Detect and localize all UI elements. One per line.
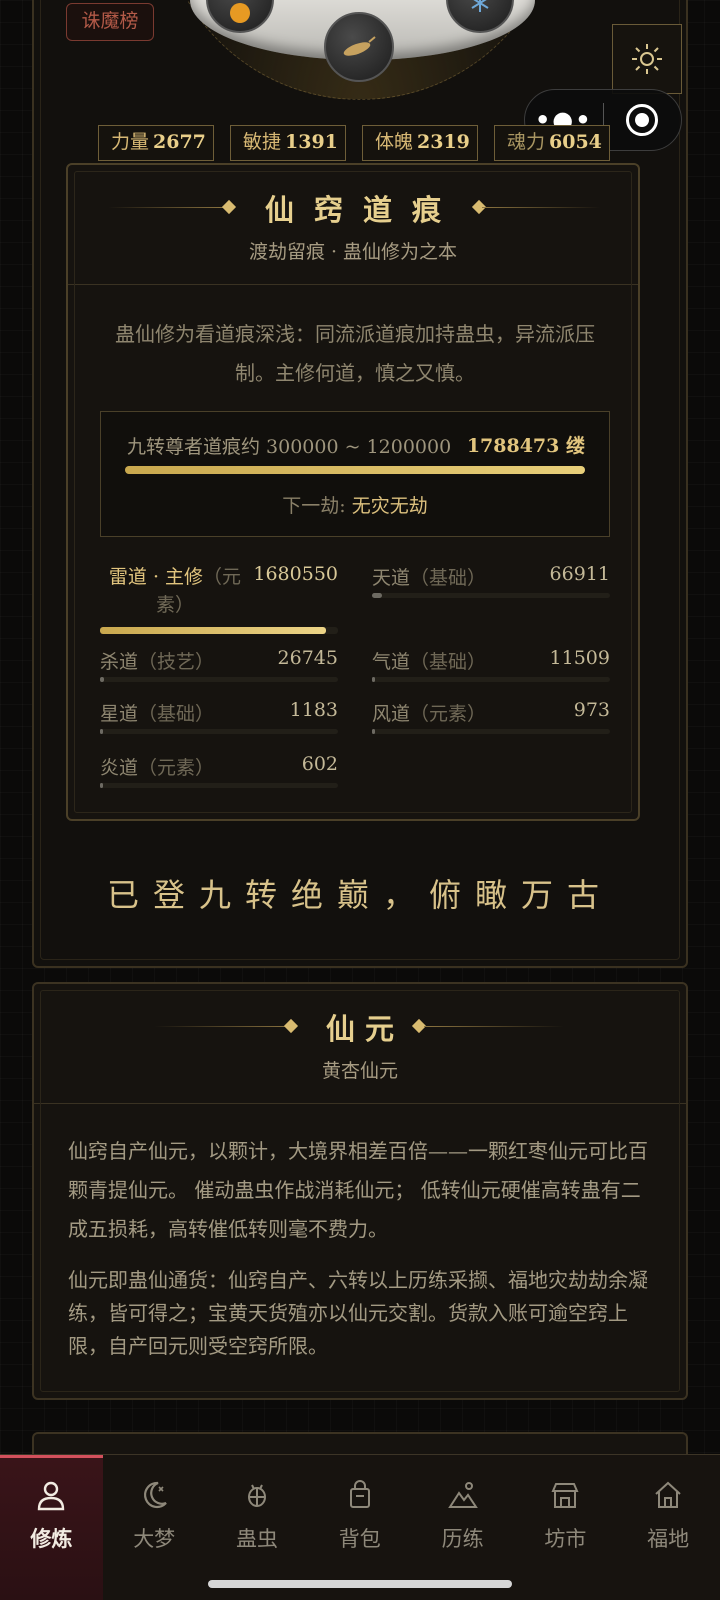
tab-label: 背包 <box>338 1527 381 1551</box>
immortal-essence-panel: 仙元 黄杏仙元 仙窍自产仙元，以颗计，大境界相差百倍——一颗红枣仙元可比百颗青提… <box>32 982 688 1400</box>
dao-progress-bar <box>100 729 338 734</box>
dao-value: 1680550 <box>253 563 338 585</box>
close-miniprogram-button[interactable] <box>604 104 682 136</box>
target-icon <box>626 104 659 136</box>
tab-6[interactable]: 福地 <box>617 1455 720 1600</box>
realm-progress-bar <box>125 466 585 474</box>
dao-name: 杀道（技艺） <box>100 651 215 673</box>
dao-progress-bar <box>100 677 338 682</box>
stat-strength: 力量 2677 <box>98 125 214 161</box>
essence-paragraph-2: 仙元即蛊仙通货：仙窍自产、六转以上历练采撷、福地灾劫劫余凝练，皆可得之；宝黄天货… <box>68 1268 648 1358</box>
tab-0[interactable]: 修炼 <box>0 1455 103 1600</box>
section-description: 蛊仙修为看道痕深浅：同流派道痕加持蛊虫，异流派压制。主修何道，慎之又慎。 <box>115 322 595 385</box>
dao-name: 炎道（元素） <box>100 757 215 779</box>
summit-banner: 已登九转绝巅，俯瞰万古 <box>106 876 613 914</box>
section-title: 仙窍道痕 <box>264 193 461 227</box>
dao-name: 气道（基础） <box>372 651 487 673</box>
home-indicator[interactable] <box>208 1580 512 1588</box>
tab-label: 蛊虫 <box>235 1527 278 1551</box>
dao-name: 风道（元素） <box>372 703 487 725</box>
tab-label: 修炼 <box>30 1526 73 1551</box>
stat-physique: 体魄 2319 <box>362 125 478 161</box>
dao-value: 66911 <box>549 563 610 585</box>
dao-category: （基础） <box>410 651 487 673</box>
tab-4[interactable]: 历练 <box>411 1455 514 1600</box>
tab-label: 大梦 <box>133 1527 176 1551</box>
tab-label: 坊市 <box>544 1527 587 1551</box>
stat-soul: 魂力 6054 <box>494 125 610 161</box>
dao-marks-card: 仙窍道痕 渡劫留痕 · 蛊仙修为之本 蛊仙修为看道痕深浅：同流派道痕加持蛊虫，异… <box>66 163 640 821</box>
dao-progress-bar <box>372 729 610 734</box>
tab-5[interactable]: 坊市 <box>514 1455 617 1600</box>
dao-progress-bar <box>100 783 338 788</box>
dao-progress-bar <box>100 627 338 634</box>
bag-icon <box>308 1479 411 1513</box>
dao-value: 11509 <box>549 647 610 669</box>
divider-ornament-right <box>482 207 600 208</box>
dao-category: （元素） <box>138 757 215 779</box>
bug-icon <box>206 1479 309 1513</box>
dao-name: 雷道 · 主修（元素） <box>108 566 242 616</box>
card-header: 仙窍道痕 渡劫留痕 · 蛊仙修为之本 <box>68 165 638 285</box>
dao-category: （技艺） <box>138 651 215 673</box>
section-subtitle: 渡劫留痕 · 蛊仙修为之本 <box>248 241 458 263</box>
sun-gear-icon <box>632 44 662 74</box>
dao-name: 星道（基础） <box>100 703 215 725</box>
bottom-tab-bar: 修炼 大梦 蛊虫 背包 历练 坊市 福地 <box>0 1454 720 1600</box>
home-icon <box>617 1479 720 1513</box>
dao-progress-bar <box>372 677 610 682</box>
dao-category: （基础） <box>410 567 487 589</box>
dao-value: 973 <box>573 699 610 721</box>
dao-value: 1183 <box>289 699 338 721</box>
realm-range-label: 九转尊者道痕约 300000 ~ 1200000 <box>127 436 452 458</box>
leaderboard-tag[interactable]: 诛魔榜 <box>66 3 154 41</box>
dao-category: （元素） <box>410 703 487 725</box>
tab-2[interactable]: 蛊虫 <box>206 1455 309 1600</box>
settings-button[interactable] <box>612 24 682 94</box>
dao-value: 602 <box>301 753 338 775</box>
tab-1[interactable]: 大梦 <box>103 1455 206 1600</box>
next-tribulation: 下一劫: 无灾无劫 <box>282 495 428 517</box>
dao-progress-bar <box>372 593 610 598</box>
moon-icon <box>103 1479 206 1513</box>
essence-paragraph-1: 仙窍自产仙元，以颗计，大境界相差百倍——一颗红枣仙元可比百颗青提仙元。 催动蛊虫… <box>68 1139 648 1241</box>
tab-3[interactable]: 背包 <box>308 1455 411 1600</box>
attribute-stats: 力量 2677 敏捷 1391 体魄 2319 魂力 6054 <box>98 125 610 161</box>
essence-subtitle: 黄杏仙元 <box>321 1060 398 1082</box>
essence-header: 仙元 黄杏仙元 <box>34 984 686 1104</box>
tab-label: 历练 <box>441 1527 484 1551</box>
dao-value: 26745 <box>277 647 338 669</box>
dao-category: （基础） <box>138 703 215 725</box>
realm-progress-box: 九转尊者道痕约 300000 ~ 1200000 1788473 缕 下一劫: 无… <box>100 411 610 537</box>
dao-name: 天道（基础） <box>372 567 487 589</box>
shop-icon <box>514 1479 617 1513</box>
tab-label: 福地 <box>647 1527 690 1551</box>
stat-agility: 敏捷 1391 <box>230 125 346 161</box>
dao-category: （元素） <box>155 566 242 616</box>
divider-ornament-right <box>424 1026 564 1027</box>
worm-icon <box>343 36 376 56</box>
gu-slot-center[interactable] <box>324 12 394 82</box>
realm-total-value: 1788473 缕 <box>466 435 585 457</box>
mountain-icon <box>411 1479 514 1513</box>
essence-title: 仙元 <box>325 1012 404 1046</box>
snowflake-icon <box>471 0 489 12</box>
person-icon <box>0 1479 103 1513</box>
